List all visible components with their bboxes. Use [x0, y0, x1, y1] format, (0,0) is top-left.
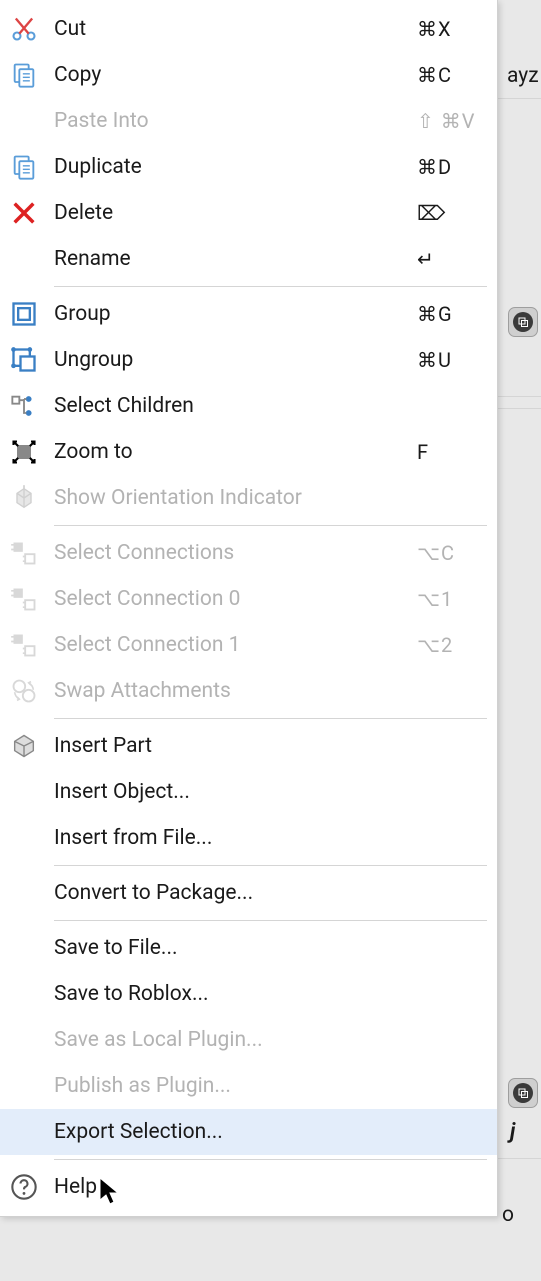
connection-icon	[10, 539, 54, 567]
background-divider	[498, 98, 541, 99]
menu-item-cut[interactable]: Cut⌘X	[0, 6, 497, 52]
delete-icon	[10, 199, 54, 227]
menu-item-shortcut: ⌘X	[417, 17, 477, 41]
background-divider	[498, 1158, 541, 1159]
menu-item-label: Save to Roblox...	[54, 982, 477, 1006]
background-divider	[498, 408, 541, 409]
menu-item-duplicate[interactable]: Duplicate⌘D	[0, 144, 497, 190]
menu-item-shortcut: ⌦	[417, 201, 477, 225]
menu-item-label: Export Selection...	[54, 1120, 477, 1144]
menu-item-label: Paste Into	[54, 109, 417, 133]
connection-icon	[10, 585, 54, 613]
cut-icon	[10, 15, 54, 43]
part-icon	[10, 732, 54, 760]
menu-item-convert-to-package[interactable]: Convert to Package...	[0, 870, 497, 916]
menu-item-swap-attachments: Swap Attachments	[0, 668, 497, 714]
menu-item-label: Publish as Plugin...	[54, 1074, 477, 1098]
menu-item-insert-part[interactable]: Insert Part	[0, 723, 497, 769]
menu-item-label: Insert Object...	[54, 780, 477, 804]
swap-icon	[10, 677, 54, 705]
menu-item-label: Group	[54, 302, 417, 326]
menu-item-label: Swap Attachments	[54, 679, 477, 703]
menu-item-shortcut: ⌥C	[417, 541, 477, 565]
ungroup-icon	[10, 346, 54, 374]
menu-item-save-as-local-plugin: Save as Local Plugin...	[0, 1017, 497, 1063]
menu-separator	[54, 286, 487, 287]
menu-item-shortcut: F	[417, 440, 477, 464]
menu-separator	[54, 920, 487, 921]
menu-item-zoom-to[interactable]: Zoom toF	[0, 429, 497, 475]
menu-item-shortcut: ⇧ ⌘V	[417, 109, 477, 133]
menu-item-group[interactable]: Group⌘G	[0, 291, 497, 337]
menu-item-select-children[interactable]: Select Children	[0, 383, 497, 429]
background-text: o	[502, 1203, 514, 1227]
menu-separator	[54, 718, 487, 719]
duplicate-squares-icon	[513, 1083, 533, 1103]
zoom-icon	[10, 438, 54, 466]
menu-item-label: Save to File...	[54, 936, 477, 960]
menu-item-save-to-file[interactable]: Save to File...	[0, 925, 497, 971]
menu-item-shortcut: ⌥1	[417, 587, 477, 611]
menu-separator	[54, 1159, 487, 1160]
select-children-icon	[10, 392, 54, 420]
menu-item-label: Show Orientation Indicator	[54, 486, 477, 510]
menu-separator	[54, 525, 487, 526]
orientation-icon	[10, 484, 54, 512]
menu-item-paste-into: Paste Into⇧ ⌘V	[0, 98, 497, 144]
menu-item-label: Delete	[54, 201, 417, 225]
menu-item-label: Help	[54, 1175, 477, 1199]
menu-item-save-to-roblox[interactable]: Save to Roblox...	[0, 971, 497, 1017]
duplicate-squares-icon	[513, 312, 533, 332]
menu-item-delete[interactable]: Delete⌦	[0, 190, 497, 236]
menu-item-insert-object[interactable]: Insert Object...	[0, 769, 497, 815]
menu-item-help[interactable]: Help	[0, 1164, 497, 1210]
group-icon	[10, 300, 54, 328]
menu-item-label: Insert from File...	[54, 826, 477, 850]
menu-item-label: Insert Part	[54, 734, 477, 758]
menu-item-copy[interactable]: Copy⌘C	[0, 52, 497, 98]
context-menu: Cut⌘XCopy⌘CPaste Into⇧ ⌘VDuplicate⌘DDele…	[0, 0, 498, 1217]
background-button[interactable]	[508, 307, 538, 337]
menu-item-label: Copy	[54, 63, 417, 87]
menu-item-select-connection-1: Select Connection 1⌥2	[0, 622, 497, 668]
background-text: ayz	[507, 64, 539, 88]
menu-item-select-connections: Select Connections⌥C	[0, 530, 497, 576]
menu-item-shortcut: ⌘U	[417, 348, 477, 372]
menu-item-label: Convert to Package...	[54, 881, 477, 905]
menu-item-label: Save as Local Plugin...	[54, 1028, 477, 1052]
menu-item-rename[interactable]: Rename↵	[0, 236, 497, 282]
menu-separator	[54, 865, 487, 866]
menu-item-shortcut: ⌘D	[417, 155, 477, 179]
menu-item-label: Rename	[54, 247, 417, 271]
menu-item-ungroup[interactable]: Ungroup⌘U	[0, 337, 497, 383]
menu-item-show-orientation: Show Orientation Indicator	[0, 475, 497, 521]
background-text: j	[510, 1120, 515, 1144]
menu-item-shortcut: ⌘C	[417, 63, 477, 87]
background-button[interactable]	[508, 1078, 538, 1108]
menu-item-insert-from-file[interactable]: Insert from File...	[0, 815, 497, 861]
menu-item-export-selection[interactable]: Export Selection...	[0, 1109, 497, 1155]
background-divider	[498, 396, 541, 397]
menu-item-shortcut: ⌥2	[417, 633, 477, 657]
menu-item-select-connection-0: Select Connection 0⌥1	[0, 576, 497, 622]
menu-item-label: Select Connection 0	[54, 587, 417, 611]
menu-item-label: Zoom to	[54, 440, 417, 464]
menu-item-shortcut: ⌘G	[417, 302, 477, 326]
menu-item-label: Select Connections	[54, 541, 417, 565]
menu-item-label: Cut	[54, 17, 417, 41]
menu-item-label: Select Connection 1	[54, 633, 417, 657]
menu-item-label: Select Children	[54, 394, 477, 418]
menu-item-label: Duplicate	[54, 155, 417, 179]
copy-icon	[10, 153, 54, 181]
connection-icon	[10, 631, 54, 659]
help-icon	[10, 1173, 54, 1201]
copy-icon	[10, 61, 54, 89]
menu-item-shortcut: ↵	[417, 247, 477, 271]
menu-item-publish-as-plugin: Publish as Plugin...	[0, 1063, 497, 1109]
menu-item-label: Ungroup	[54, 348, 417, 372]
